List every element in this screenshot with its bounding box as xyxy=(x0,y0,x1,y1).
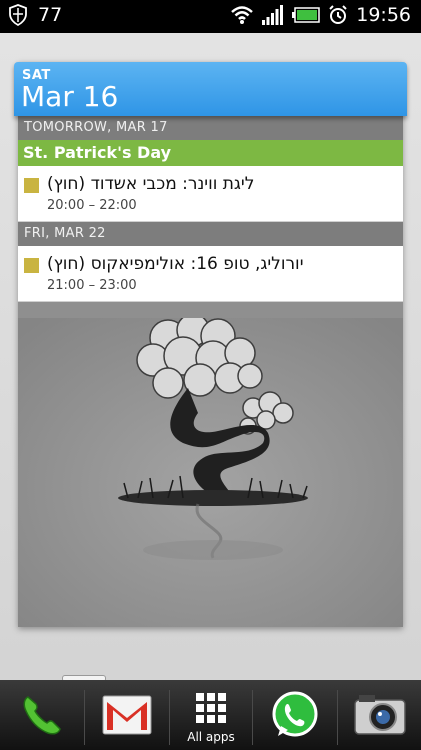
holiday-banner[interactable]: St. Patrick's Day xyxy=(18,140,403,166)
phone-icon xyxy=(23,696,61,735)
agenda-list: TOMORROW, MAR 17 St. Patrick's Day ליגת … xyxy=(18,116,403,627)
clock: 19:56 xyxy=(356,4,411,26)
event-item[interactable]: יורוליג, טופ 16: אולימפיאקוס (חוץ) 21:00… xyxy=(18,246,403,302)
day-header: FRI, MAR 22 xyxy=(18,222,403,246)
alarm-icon xyxy=(329,5,347,24)
calendar-header[interactable]: SAT Mar 16 xyxy=(14,62,407,116)
event-item[interactable]: ליגת ווינר: מכבי אשדוד (חוץ) 20:00 – 22:… xyxy=(18,166,403,222)
event-title: ליגת ווינר: מכבי אשדוד (חוץ) xyxy=(47,174,255,194)
day-header: TOMORROW, MAR 17 xyxy=(18,116,403,140)
all-apps-icon xyxy=(196,693,226,723)
tree-wallpaper-art xyxy=(18,318,403,627)
camera-button[interactable] xyxy=(338,680,421,750)
wifi-icon xyxy=(231,6,254,24)
calendar-widget[interactable]: SAT Mar 16 TOMORROW, MAR 17 St. Patrick'… xyxy=(14,62,407,627)
status-bar: 77 19:56 xyxy=(0,0,421,33)
dock-bar: All apps xyxy=(0,680,421,750)
notification-count: 77 xyxy=(38,4,63,26)
event-time: 21:00 – 23:00 xyxy=(47,278,137,293)
battery-icon xyxy=(292,7,320,23)
shield-icon xyxy=(9,4,27,26)
event-title: יורוליג, טופ 16: אולימפיאקוס (חוץ) xyxy=(47,254,304,274)
gmail-button[interactable] xyxy=(85,680,169,750)
all-apps-label: All apps xyxy=(187,730,235,744)
camera-icon xyxy=(353,695,406,735)
signal-icon xyxy=(262,5,284,25)
header-date: Mar 16 xyxy=(21,80,119,113)
whatsapp-button[interactable] xyxy=(253,680,337,750)
whatsapp-icon xyxy=(272,691,318,737)
phone-button[interactable] xyxy=(0,680,84,750)
all-apps-button[interactable]: All apps xyxy=(170,680,252,750)
event-time: 20:00 – 22:00 xyxy=(47,198,137,213)
calendar-color-chip xyxy=(24,178,39,193)
calendar-color-chip xyxy=(24,258,39,273)
gmail-icon xyxy=(102,695,152,735)
